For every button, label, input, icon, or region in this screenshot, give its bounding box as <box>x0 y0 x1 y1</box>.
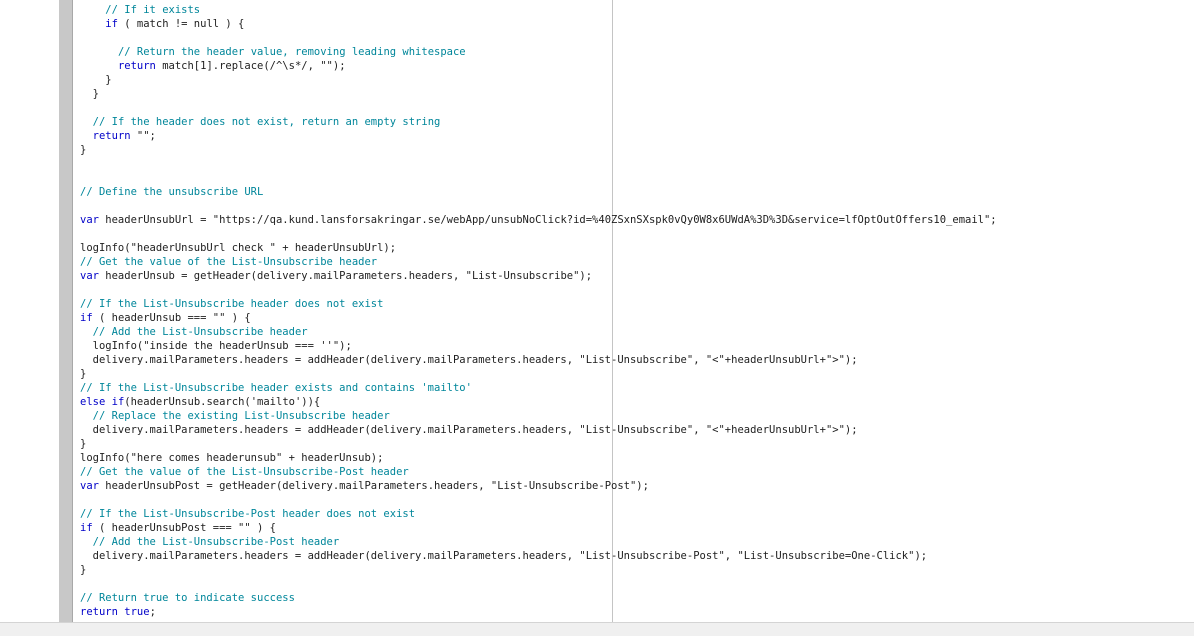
code-line[interactable]: } <box>80 563 997 577</box>
code-line[interactable]: delivery.mailParameters.headers = addHea… <box>80 549 997 563</box>
code-editor[interactable]: // If it exists if ( match != null ) { /… <box>80 3 997 619</box>
code-line[interactable] <box>80 493 997 507</box>
code-line[interactable]: delivery.mailParameters.headers = addHea… <box>80 353 997 367</box>
code-line[interactable]: var headerUnsubUrl = "https://qa.kund.la… <box>80 213 997 227</box>
code-line[interactable]: } <box>80 143 997 157</box>
code-line[interactable] <box>80 157 997 171</box>
code-line[interactable]: logInfo("headerUnsubUrl check " + header… <box>80 241 997 255</box>
code-line[interactable]: var headerUnsubPost = getHeader(delivery… <box>80 479 997 493</box>
code-line[interactable]: } <box>80 87 997 101</box>
code-line[interactable]: // Get the value of the List-Unsubscribe… <box>80 465 997 479</box>
code-line[interactable] <box>80 283 997 297</box>
code-line[interactable]: // Return the header value, removing lea… <box>80 45 997 59</box>
code-line[interactable]: // Replace the existing List-Unsubscribe… <box>80 409 997 423</box>
code-line[interactable]: if ( headerUnsub === "" ) { <box>80 311 997 325</box>
code-line[interactable]: logInfo("here comes headerunsub" + heade… <box>80 451 997 465</box>
code-line[interactable]: else if(headerUnsub.search('mailto')){ <box>80 395 997 409</box>
status-bar <box>0 622 1194 636</box>
code-line[interactable]: // Add the List-Unsubscribe-Post header <box>80 535 997 549</box>
code-line[interactable]: return match[1].replace(/^\s*/, ""); <box>80 59 997 73</box>
code-line[interactable]: // If it exists <box>80 3 997 17</box>
code-line[interactable]: // If the List-Unsubscribe header does n… <box>80 297 997 311</box>
code-line[interactable]: // Define the unsubscribe URL <box>80 185 997 199</box>
code-line[interactable]: logInfo("inside the headerUnsub === ''")… <box>80 339 997 353</box>
code-line[interactable] <box>80 101 997 115</box>
code-line[interactable] <box>80 577 997 591</box>
code-line[interactable]: // Get the value of the List-Unsubscribe… <box>80 255 997 269</box>
code-line[interactable] <box>80 227 997 241</box>
code-line[interactable]: // If the List-Unsubscribe-Post header d… <box>80 507 997 521</box>
code-line[interactable]: } <box>80 437 997 451</box>
code-line[interactable] <box>80 199 997 213</box>
code-line[interactable]: // Return true to indicate success <box>80 591 997 605</box>
code-line[interactable]: // If the List-Unsubscribe header exists… <box>80 381 997 395</box>
gutter-border <box>72 0 73 622</box>
code-line[interactable] <box>80 171 997 185</box>
code-line[interactable]: // Add the List-Unsubscribe header <box>80 325 997 339</box>
editor-gutter <box>59 0 72 622</box>
code-line[interactable]: return ""; <box>80 129 997 143</box>
code-line[interactable]: delivery.mailParameters.headers = addHea… <box>80 423 997 437</box>
code-line[interactable]: } <box>80 73 997 87</box>
code-line[interactable]: return true; <box>80 605 997 619</box>
code-line[interactable]: var headerUnsub = getHeader(delivery.mai… <box>80 269 997 283</box>
code-line[interactable]: if ( match != null ) { <box>80 17 997 31</box>
code-line[interactable] <box>80 31 997 45</box>
code-line[interactable]: } <box>80 367 997 381</box>
code-line[interactable]: if ( headerUnsubPost === "" ) { <box>80 521 997 535</box>
code-line[interactable]: // If the header does not exist, return … <box>80 115 997 129</box>
